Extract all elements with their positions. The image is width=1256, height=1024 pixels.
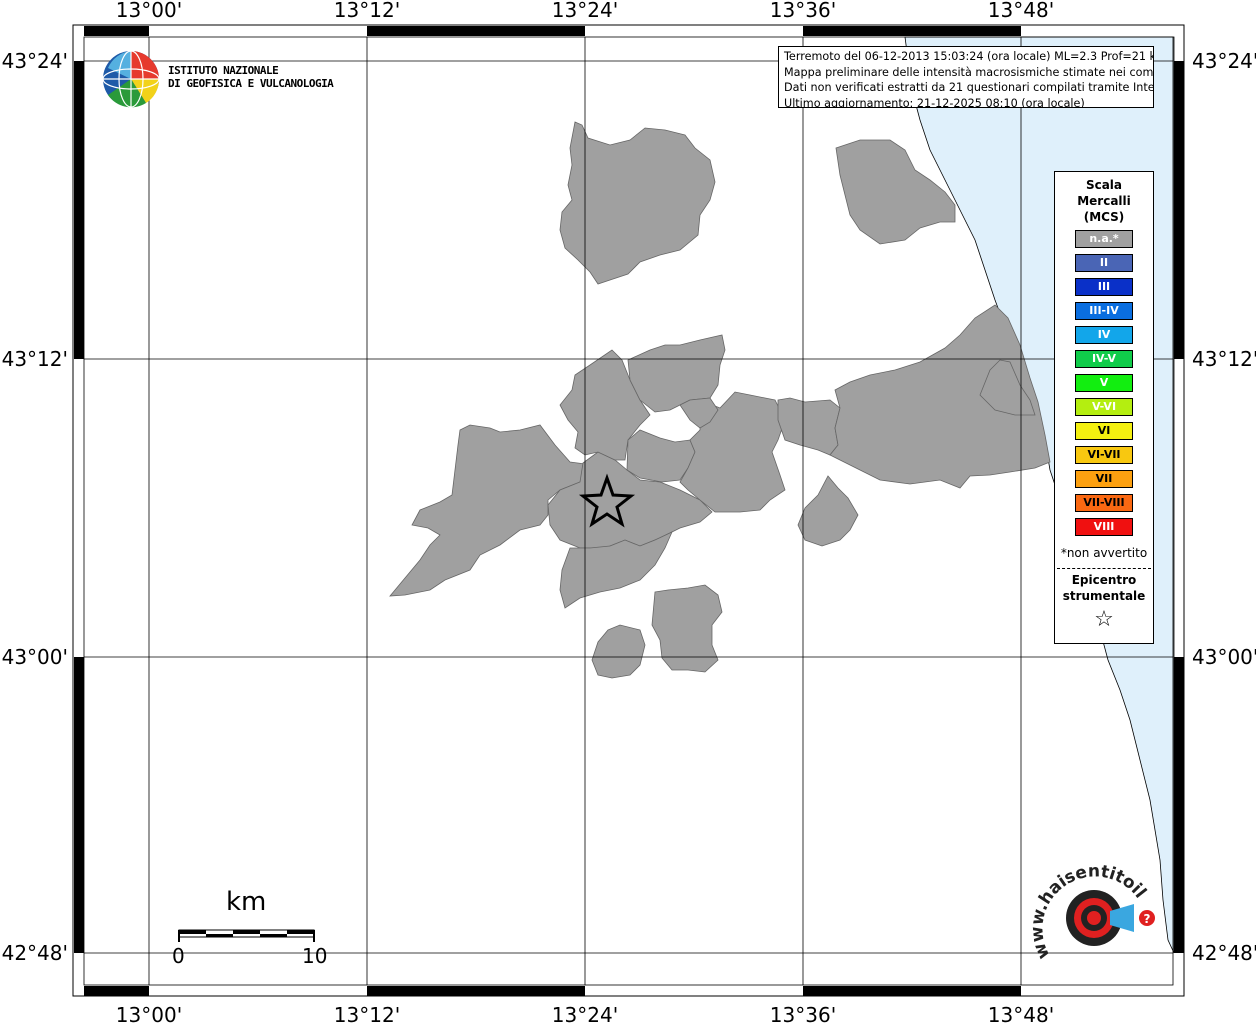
- event-info-line: Terremoto del 06-12-2013 15:03:24 (ora l…: [784, 50, 1154, 63]
- top-lon-label: 13°12': [334, 0, 400, 22]
- legend-epicenter-line: strumentale: [1062, 589, 1146, 603]
- legend-item: n.a.*: [1075, 230, 1133, 248]
- legend-item: III: [1075, 278, 1133, 296]
- event-info-line: Dati non verificati estratti da 21 quest…: [784, 81, 1154, 95]
- legend-epicenter-label: Epicentro strumentale: [1055, 572, 1153, 604]
- legend-item: V-VI: [1075, 398, 1133, 416]
- bottom-lon-label: 13°48': [988, 1003, 1054, 1024]
- ingv-logo: ISTITUTO NAZIONALE DI GEOFISICA E VULCAN…: [102, 50, 342, 110]
- legend-item: II: [1075, 254, 1133, 272]
- bottom-lon-label: 13°24': [552, 1003, 618, 1024]
- left-lat-label: 43°24': [2, 49, 68, 73]
- legend-item: V: [1075, 374, 1133, 392]
- left-lat-label: 43°00': [2, 645, 68, 669]
- ingv-name: ISTITUTO NAZIONALE DI GEOFISICA E VULCAN…: [168, 64, 334, 90]
- legend-item: VIII: [1075, 518, 1133, 536]
- bottom-lon-labels: 13°00' 13°12' 13°24' 13°36' 13°48': [116, 1003, 1054, 1024]
- bottom-lon-label: 13°00': [116, 1003, 182, 1024]
- ingv-globe-icon: [102, 50, 160, 108]
- svg-text:?: ?: [1144, 912, 1151, 926]
- municipality-southeast: [651, 584, 723, 673]
- hst-logo: www.haisentitoilterremoto.it ?: [1021, 841, 1160, 986]
- legend-title-line: Scala: [1085, 178, 1123, 192]
- top-lon-label: 13°36': [770, 0, 836, 22]
- legend-title-line: (MCS): [1083, 210, 1125, 224]
- right-lat-label: 43°24': [1192, 49, 1256, 73]
- ingv-name-line: DI GEOFISICA E VULCANOLOGIA: [168, 77, 334, 90]
- right-lat-label: 43°00': [1192, 645, 1256, 669]
- left-lat-labels: 43°24' 43°12' 43°00' 42°48': [2, 49, 68, 965]
- top-lon-label: 13°48': [988, 0, 1054, 22]
- legend-separator: [1057, 568, 1151, 569]
- legend-item: VII-VIII: [1075, 494, 1133, 512]
- legend-note: *non avvertito: [1060, 546, 1148, 560]
- top-lon-label: 13°24': [552, 0, 618, 22]
- legend-epicenter-line: Epicentro: [1071, 573, 1137, 587]
- hst-logo-icon: www.haisentitoilterremoto.it ?: [1021, 841, 1155, 962]
- legend-item: IV-V: [1075, 350, 1133, 368]
- legend-item: VI-VII: [1075, 446, 1133, 464]
- ingv-name-line: ISTITUTO NAZIONALE: [168, 64, 279, 77]
- bottom-lon-label: 13°12': [334, 1003, 400, 1024]
- event-info-box: Terremoto del 06-12-2013 15:03:24 (ora l…: [778, 46, 1154, 108]
- legend-title: Scala Mercalli (MCS): [1055, 177, 1153, 225]
- right-lat-labels: 43°24' 43°12' 43°00' 42°48': [1192, 49, 1256, 965]
- scale-unit: km: [226, 887, 267, 917]
- star-icon: ☆: [1094, 607, 1114, 632]
- legend-item: VI: [1075, 422, 1133, 440]
- event-info-line: Mappa preliminare delle intensità macros…: [784, 65, 1154, 79]
- scale-start: 0: [172, 944, 185, 968]
- legend-item: III-IV: [1075, 302, 1133, 320]
- scale-end: 10: [302, 944, 328, 968]
- legend-item: IV: [1075, 326, 1133, 344]
- left-lat-label: 42°48': [2, 941, 68, 965]
- top-lon-labels: 13°00' 13°12' 13°24' 13°36' 13°48': [116, 0, 1054, 22]
- top-lon-label: 13°00': [116, 0, 182, 22]
- bottom-lon-label: 13°36': [770, 1003, 836, 1024]
- event-info-line: Ultimo aggiornamento: 21-12-2025 08:10 (…: [784, 96, 1085, 108]
- mcs-legend: Scala Mercalli (MCS) n.a.* II III III-IV IV I…: [1054, 171, 1154, 644]
- right-lat-label: 43°12': [1192, 347, 1256, 371]
- legend-item: VII: [1075, 470, 1133, 488]
- legend-title-line: Mercalli: [1077, 194, 1131, 208]
- left-lat-label: 43°12': [2, 347, 68, 371]
- right-lat-label: 42°48': [1192, 941, 1256, 965]
